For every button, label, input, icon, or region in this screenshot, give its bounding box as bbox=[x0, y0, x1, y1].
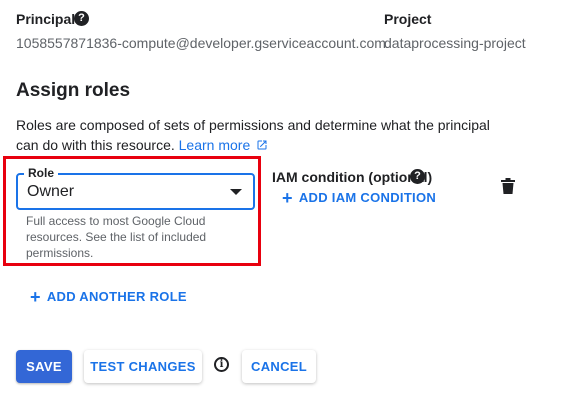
assign-roles-title: Assign roles bbox=[16, 80, 131, 101]
learn-more-label: Learn more bbox=[178, 137, 251, 153]
principal-help-icon[interactable]: ? bbox=[74, 11, 89, 26]
assign-roles-description: Roles are composed of sets of permission… bbox=[16, 115, 516, 155]
assign-roles-panel: Principal ? 1058557871836-compute@develo… bbox=[0, 0, 569, 406]
learn-more-link[interactable]: Learn more bbox=[179, 137, 268, 153]
trash-icon[interactable] bbox=[501, 178, 515, 194]
cancel-button[interactable]: CANCEL bbox=[242, 350, 316, 383]
add-another-role-label: ADD ANOTHER ROLE bbox=[46, 289, 187, 304]
role-label: Role bbox=[24, 166, 59, 180]
add-another-role-button[interactable]: + ADD ANOTHER ROLE bbox=[30, 287, 187, 308]
role-description: Full access to most Google Cloud resourc… bbox=[26, 214, 207, 260]
plus-icon: + bbox=[30, 287, 41, 307]
project-label: Project bbox=[384, 11, 432, 27]
add-iam-condition-label: ADD IAM CONDITION bbox=[298, 190, 437, 205]
info-icon[interactable]: i bbox=[214, 357, 229, 372]
role-select[interactable]: Role Owner bbox=[16, 166, 255, 210]
iam-condition-label: IAM condition (optional) bbox=[272, 169, 433, 185]
principal-label: Principal bbox=[16, 11, 76, 27]
project-value: dataprocessing-project bbox=[384, 35, 526, 51]
save-button[interactable]: SAVE bbox=[16, 350, 72, 383]
external-link-icon bbox=[257, 140, 267, 150]
caret-down-icon bbox=[230, 189, 242, 195]
add-iam-condition-button[interactable]: + ADD IAM CONDITION bbox=[282, 188, 436, 209]
role-value: Owner bbox=[27, 183, 75, 200]
test-changes-button[interactable]: TEST CHANGES bbox=[84, 350, 202, 383]
iam-condition-help-icon[interactable]: ? bbox=[410, 169, 425, 184]
plus-icon: + bbox=[282, 188, 293, 208]
principal-value: 1058557871836-compute@developer.gservice… bbox=[16, 35, 386, 51]
